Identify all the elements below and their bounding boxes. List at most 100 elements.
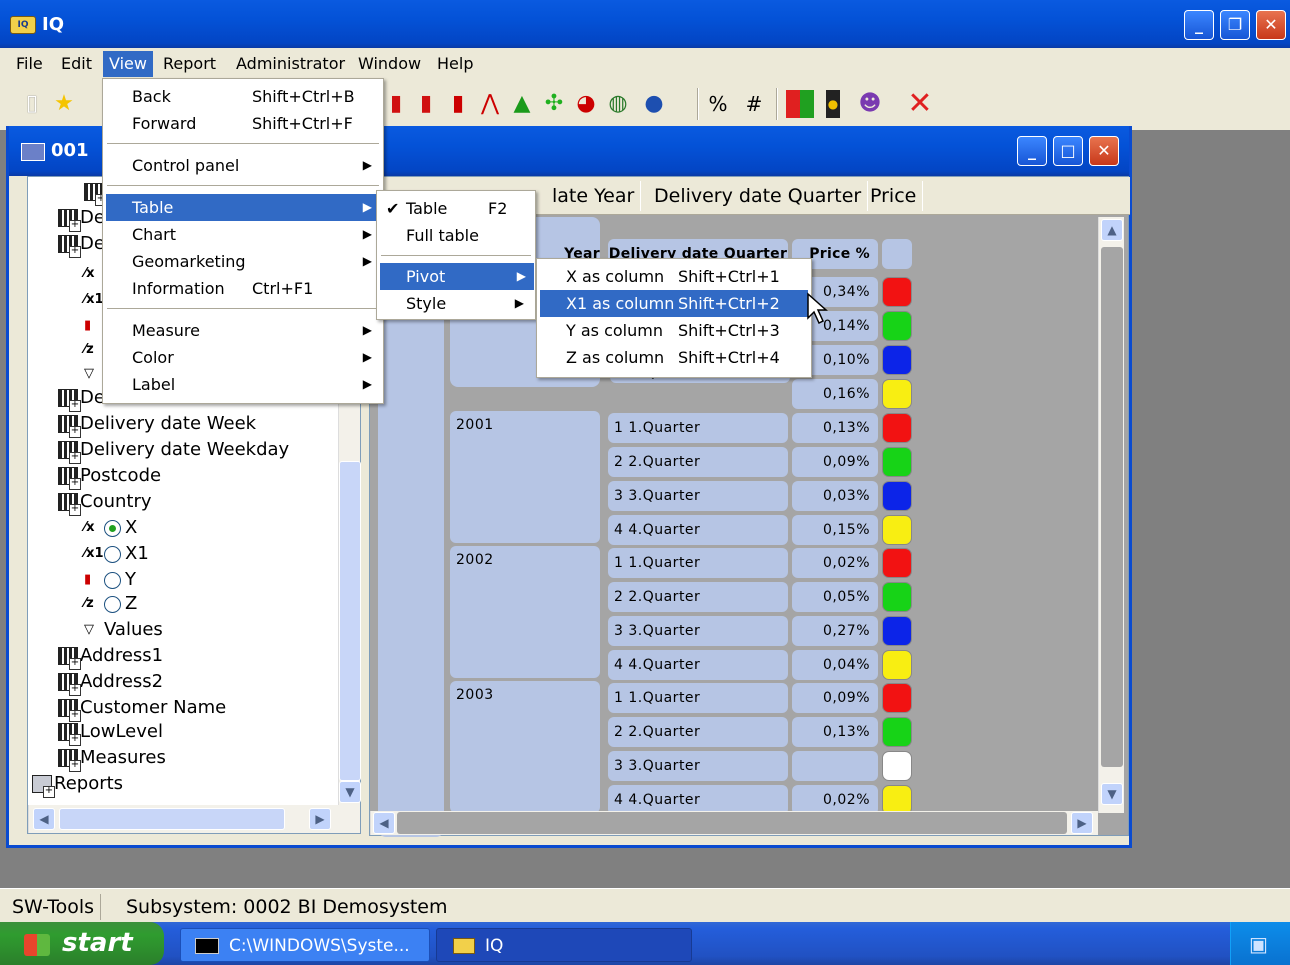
task-iq[interactable]: IQ bbox=[436, 928, 692, 962]
price-pct-cell[interactable]: 0,02% bbox=[792, 548, 878, 578]
year-cell[interactable]: 2001 bbox=[450, 411, 600, 543]
radio-y[interactable] bbox=[104, 571, 121, 589]
tree-node[interactable]: De bbox=[58, 231, 105, 258]
child-maximize-button[interactable]: □ bbox=[1053, 136, 1083, 166]
color-swatch[interactable] bbox=[882, 311, 912, 341]
network-icon[interactable]: ▣ bbox=[1249, 932, 1268, 956]
quarter-cell[interactable]: 2 2.Quarter bbox=[608, 717, 788, 747]
color-swatch[interactable] bbox=[882, 447, 912, 477]
price-pct-cell[interactable]: 0,27% bbox=[792, 616, 878, 646]
menu-item-chart[interactable]: Chart ▶ bbox=[106, 221, 380, 248]
child-close-button[interactable]: ✕ bbox=[1089, 136, 1119, 166]
tree-scroll-left[interactable]: ◀ bbox=[33, 808, 55, 830]
menu-item-color[interactable]: Color ▶ bbox=[106, 344, 380, 371]
menu-item-measure[interactable]: Measure ▶ bbox=[106, 317, 380, 344]
tree-node[interactable]: De bbox=[58, 385, 105, 412]
hash-icon[interactable]: # bbox=[740, 90, 768, 118]
header-caption-price[interactable]: Price bbox=[864, 181, 924, 211]
new-document-icon[interactable]: ▯ bbox=[18, 90, 46, 118]
year-cell[interactable]: 2003 bbox=[450, 681, 600, 813]
tree-node-reports[interactable]: Reports bbox=[32, 771, 123, 798]
quarter-cell[interactable]: 3 3.Quarter bbox=[608, 616, 788, 646]
tree-scroll-right[interactable]: ▶ bbox=[309, 808, 331, 830]
header-caption-year[interactable]: late Year bbox=[546, 181, 642, 211]
values-node[interactable]: ▽ bbox=[84, 361, 104, 387]
tree-node-address1[interactable]: Address1 bbox=[58, 643, 163, 670]
task-cmd[interactable]: C:\WINDOWS\Syste... bbox=[180, 928, 430, 962]
menu-report[interactable]: Report bbox=[157, 51, 222, 77]
price-pct-cell[interactable]: 0,15% bbox=[792, 515, 878, 545]
price-pct-cell[interactable]: 0,09% bbox=[792, 447, 878, 477]
menu-item-control-panel[interactable]: Control panel ▶ bbox=[106, 152, 380, 179]
col-header-color[interactable] bbox=[882, 239, 912, 269]
menu-item-x-as-column[interactable]: X as column Shift+Ctrl+1 bbox=[540, 263, 808, 290]
minimize-button[interactable]: _ bbox=[1184, 10, 1214, 40]
menu-edit[interactable]: Edit bbox=[55, 51, 98, 77]
axis-y-node[interactable]: ▮ bbox=[84, 313, 104, 339]
menu-file[interactable]: File bbox=[10, 51, 49, 77]
color-swatch[interactable] bbox=[882, 683, 912, 713]
start-button[interactable]: start bbox=[0, 922, 164, 965]
quarter-cell[interactable]: 3 3.Quarter bbox=[608, 751, 788, 781]
country-axis-x1[interactable]: ⁄x1 X1 bbox=[84, 541, 149, 567]
area-chart-icon[interactable]: ▲ bbox=[508, 90, 536, 118]
quarter-cell[interactable]: 1 1.Quarter bbox=[608, 548, 788, 578]
color-swatch[interactable] bbox=[882, 413, 912, 443]
menu-administrator[interactable]: Administrator bbox=[230, 51, 351, 77]
grid-scroll-down[interactable]: ▼ bbox=[1101, 783, 1123, 805]
tree-node-address2[interactable]: Address2 bbox=[58, 669, 163, 696]
country-axis-z[interactable]: ⁄z Z bbox=[84, 591, 137, 617]
child-minimize-button[interactable]: _ bbox=[1017, 136, 1047, 166]
price-pct-cell[interactable]: 0,09% bbox=[792, 683, 878, 713]
menu-window[interactable]: Window bbox=[352, 51, 427, 77]
restore-button[interactable]: ❐ bbox=[1220, 10, 1250, 40]
price-pct-cell[interactable]: 0,03% bbox=[792, 481, 878, 511]
quarter-cell[interactable]: 2 2.Quarter bbox=[608, 582, 788, 612]
menu-help[interactable]: Help bbox=[431, 51, 479, 77]
color-grid-icon[interactable] bbox=[786, 90, 814, 118]
menu-item-back[interactable]: Back Shift+Ctrl+B bbox=[106, 83, 380, 110]
delete-x-icon[interactable]: ✕ bbox=[906, 89, 934, 119]
tree-hscroll-thumb[interactable] bbox=[59, 808, 285, 830]
price-pct-cell[interactable]: 0,05% bbox=[792, 582, 878, 612]
users-icon[interactable]: ☻ bbox=[856, 90, 884, 118]
color-swatch[interactable] bbox=[882, 481, 912, 511]
color-swatch[interactable] bbox=[882, 751, 912, 781]
price-pct-cell[interactable]: 0,13% bbox=[792, 413, 878, 443]
menu-view[interactable]: View bbox=[103, 51, 153, 77]
color-swatch[interactable] bbox=[882, 277, 912, 307]
quarter-cell[interactable]: 1 1.Quarter bbox=[608, 683, 788, 713]
menu-item-table[interactable]: Table ▶ bbox=[106, 194, 380, 221]
menu-item-table-view[interactable]: ✔ Table F2 bbox=[380, 195, 532, 222]
price-pct-cell[interactable]: 0,13% bbox=[792, 717, 878, 747]
country-axis-y[interactable]: ▮ Y bbox=[84, 567, 136, 593]
menu-item-x1-as-column[interactable]: X1 as column Shift+Ctrl+2 bbox=[540, 290, 808, 317]
stacked-bar-chart-icon[interactable]: ▮ bbox=[444, 90, 472, 118]
tree-node[interactable]: De bbox=[58, 205, 105, 232]
grid-hscroll-track[interactable] bbox=[397, 812, 1067, 834]
axis-x1-node[interactable]: ⁄x1 bbox=[84, 287, 104, 313]
grid-scroll-track[interactable] bbox=[1101, 247, 1123, 767]
menu-item-z-as-column[interactable]: Z as column Shift+Ctrl+4 bbox=[540, 344, 808, 371]
quarter-cell[interactable]: 4 4.Quarter bbox=[608, 515, 788, 545]
menu-item-pivot[interactable]: Pivot ▶ bbox=[380, 263, 534, 290]
menu-item-style[interactable]: Style ▶ bbox=[380, 290, 532, 317]
line-chart-icon[interactable]: ⋀ bbox=[476, 90, 504, 118]
menu-item-y-as-column[interactable]: Y as column Shift+Ctrl+3 bbox=[540, 317, 808, 344]
grid-vertical-scrollbar[interactable]: ▲ ▼ bbox=[1098, 217, 1124, 813]
quarter-cell[interactable]: 1 1.Quarter bbox=[608, 413, 788, 443]
tree-scroll-down[interactable]: ▼ bbox=[339, 781, 361, 803]
color-swatch[interactable] bbox=[882, 650, 912, 680]
menu-item-geomarketing[interactable]: Geomarketing ▶ bbox=[106, 248, 380, 275]
country-values-node[interactable]: ▽ Values bbox=[84, 617, 163, 643]
price-pct-cell[interactable]: 0,04% bbox=[792, 650, 878, 680]
country-axis-x[interactable]: ⁄x X bbox=[84, 515, 137, 541]
quarter-cell[interactable]: 3 3.Quarter bbox=[608, 481, 788, 511]
quarter-cell[interactable]: 4 4.Quarter bbox=[608, 650, 788, 680]
radio-z[interactable] bbox=[104, 595, 121, 613]
color-swatch[interactable] bbox=[882, 515, 912, 545]
grid-scroll-up[interactable]: ▲ bbox=[1101, 219, 1123, 241]
tree-node-delivery-weekday[interactable]: Delivery date Weekday bbox=[58, 437, 289, 464]
color-swatch[interactable] bbox=[882, 616, 912, 646]
grid-scroll-right[interactable]: ▶ bbox=[1071, 812, 1093, 834]
